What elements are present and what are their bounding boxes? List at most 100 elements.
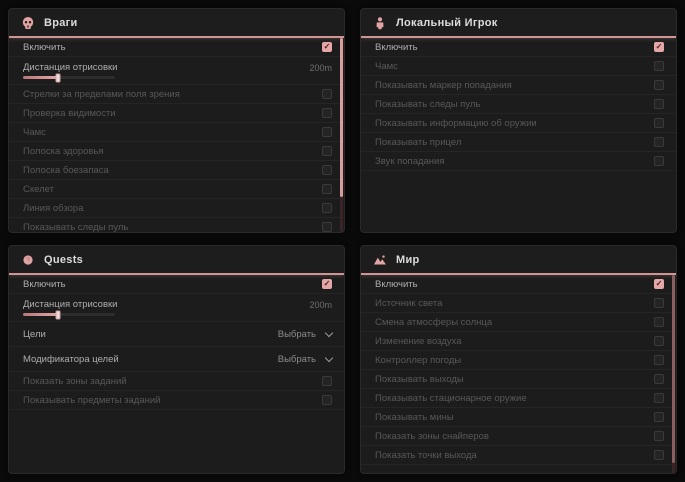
select-dropdown[interactable]: Выбрать bbox=[278, 329, 332, 340]
slider-label: Дистанция отрисовки bbox=[23, 62, 117, 73]
row-local-player-5[interactable]: Показывать прицел bbox=[361, 133, 676, 152]
row-label: Полоска здоровья bbox=[23, 146, 104, 157]
checkbox[interactable] bbox=[654, 298, 664, 308]
row-local-player-4[interactable]: Показывать информацию об оружии bbox=[361, 114, 676, 133]
row-quests-5[interactable]: Показывать предметы заданий bbox=[9, 391, 344, 410]
row-label: Показывать мины bbox=[375, 412, 454, 423]
checkbox[interactable] bbox=[654, 374, 664, 384]
quest-circle-icon bbox=[21, 253, 35, 267]
row-enemies-7[interactable]: Скелет bbox=[9, 180, 344, 199]
panel-body-world: Включить ✓ Источник света Смена атмосферы с… bbox=[361, 275, 676, 473]
checkbox[interactable] bbox=[654, 412, 664, 422]
checkbox[interactable] bbox=[654, 431, 664, 441]
checkbox[interactable] bbox=[654, 118, 664, 128]
row-local-player-6[interactable]: Звук попадания bbox=[361, 152, 676, 171]
row-enemies-9[interactable]: Показывать следы пуль bbox=[9, 218, 344, 232]
row-label: Включить bbox=[23, 42, 66, 53]
row-quests-3[interactable]: Модификатора целейВыбрать bbox=[9, 347, 344, 372]
person-icon bbox=[373, 16, 387, 30]
scrollbar-track[interactable] bbox=[340, 38, 343, 232]
row-quests-4[interactable]: Показать зоны заданий bbox=[9, 372, 344, 391]
row-world-9[interactable]: Показать точки выхода bbox=[361, 446, 676, 465]
panel-title: Мир bbox=[396, 254, 420, 266]
row-label: Показать зоны снайперов bbox=[375, 431, 489, 442]
checkbox[interactable] bbox=[322, 395, 332, 405]
row-world-4[interactable]: Контроллер погоды bbox=[361, 351, 676, 370]
row-world-5[interactable]: Показывать выходы bbox=[361, 370, 676, 389]
checkbox[interactable] bbox=[322, 146, 332, 156]
checkbox[interactable] bbox=[322, 184, 332, 194]
checkbox[interactable] bbox=[322, 127, 332, 137]
row-world-0[interactable]: Включить ✓ bbox=[361, 275, 676, 294]
row-label: Включить bbox=[375, 279, 418, 290]
checkbox[interactable]: ✓ bbox=[654, 42, 664, 52]
row-world-6[interactable]: Показывать стационарное оружие bbox=[361, 389, 676, 408]
row-world-7[interactable]: Показывать мины bbox=[361, 408, 676, 427]
checkbox[interactable]: ✓ bbox=[654, 279, 664, 289]
row-world-8[interactable]: Показать зоны снайперов bbox=[361, 427, 676, 446]
row-label: Источник света bbox=[375, 298, 442, 309]
row-enemies-0[interactable]: Включить ✓ bbox=[9, 38, 344, 57]
slider-thumb[interactable] bbox=[55, 73, 60, 82]
row-enemies-1[interactable]: Дистанция отрисовки200m bbox=[9, 57, 344, 85]
row-enemies-4[interactable]: Чамс bbox=[9, 123, 344, 142]
checkbox[interactable] bbox=[322, 165, 332, 175]
checkbox[interactable] bbox=[322, 108, 332, 118]
checkbox[interactable] bbox=[654, 61, 664, 71]
checkbox[interactable] bbox=[654, 99, 664, 109]
row-world-3[interactable]: Изменение воздуха bbox=[361, 332, 676, 351]
row-local-player-2[interactable]: Показывать маркер попадания bbox=[361, 76, 676, 95]
checkbox[interactable] bbox=[322, 222, 332, 232]
row-enemies-5[interactable]: Полоска здоровья bbox=[9, 142, 344, 161]
panel-enemies: Враги Включить ✓ Дистанция отрисовки200mСтр… bbox=[8, 8, 345, 233]
checkbox[interactable]: ✓ bbox=[322, 279, 332, 289]
slider-track[interactable] bbox=[23, 313, 115, 316]
row-label: Показывать выходы bbox=[375, 374, 464, 385]
checkbox[interactable] bbox=[322, 376, 332, 386]
checkbox[interactable] bbox=[654, 450, 664, 460]
row-local-player-1[interactable]: Чамс bbox=[361, 57, 676, 76]
checkbox[interactable] bbox=[322, 89, 332, 99]
panel-header-quests: Quests bbox=[9, 246, 344, 275]
checkbox[interactable] bbox=[654, 355, 664, 365]
checkbox[interactable] bbox=[654, 336, 664, 346]
row-world-2[interactable]: Смена атмосферы солнца bbox=[361, 313, 676, 332]
row-local-player-3[interactable]: Показывать следы пуль bbox=[361, 95, 676, 114]
checkbox[interactable] bbox=[654, 137, 664, 147]
row-quests-1[interactable]: Дистанция отрисовки200m bbox=[9, 294, 344, 322]
checkbox[interactable] bbox=[654, 156, 664, 166]
row-label: Показывать следы пуль bbox=[375, 99, 480, 110]
row-label: Показать точки выхода bbox=[375, 450, 477, 461]
slider-thumb[interactable] bbox=[55, 310, 60, 319]
checkbox[interactable] bbox=[654, 317, 664, 327]
checkbox[interactable]: ✓ bbox=[322, 42, 332, 52]
row-label: Показывать прицел bbox=[375, 137, 461, 148]
row-label: Включить bbox=[375, 42, 418, 53]
panel-world: Мир Включить ✓ Источник света Смена атмосфер… bbox=[360, 245, 677, 474]
row-quests-2[interactable]: ЦелиВыбрать bbox=[9, 322, 344, 347]
checkbox[interactable] bbox=[322, 203, 332, 213]
panel-local-player: Локальный Игрок Включить ✓ ЧамсПоказывать м… bbox=[360, 8, 677, 233]
row-label: Скелет bbox=[23, 184, 54, 195]
panel-header-local-player: Локальный Игрок bbox=[361, 9, 676, 38]
row-enemies-6[interactable]: Полоска боезапаса bbox=[9, 161, 344, 180]
checkbox[interactable] bbox=[654, 393, 664, 403]
panel-header-enemies: Враги bbox=[9, 9, 344, 38]
scrollbar-thumb[interactable] bbox=[672, 275, 675, 463]
row-label: Показать зоны заданий bbox=[23, 376, 127, 387]
chevron-down-icon bbox=[325, 328, 333, 336]
row-enemies-3[interactable]: Проверка видимости bbox=[9, 104, 344, 123]
panel-body-enemies: Включить ✓ Дистанция отрисовки200mСтрелки … bbox=[9, 38, 344, 232]
row-quests-0[interactable]: Включить✓ bbox=[9, 275, 344, 294]
row-enemies-2[interactable]: Стрелки за пределами поля зрения bbox=[9, 85, 344, 104]
checkbox[interactable] bbox=[654, 80, 664, 90]
slider-track[interactable] bbox=[23, 76, 115, 79]
slider-value: 200m bbox=[309, 300, 332, 310]
scrollbar-track[interactable] bbox=[672, 275, 675, 473]
row-world-1[interactable]: Источник света bbox=[361, 294, 676, 313]
row-enemies-8[interactable]: Линия обзора bbox=[9, 199, 344, 218]
row-local-player-0[interactable]: Включить ✓ bbox=[361, 38, 676, 57]
row-label: Звук попадания bbox=[375, 156, 445, 167]
scrollbar-thumb[interactable] bbox=[340, 38, 343, 197]
select-dropdown[interactable]: Выбрать bbox=[278, 354, 332, 365]
